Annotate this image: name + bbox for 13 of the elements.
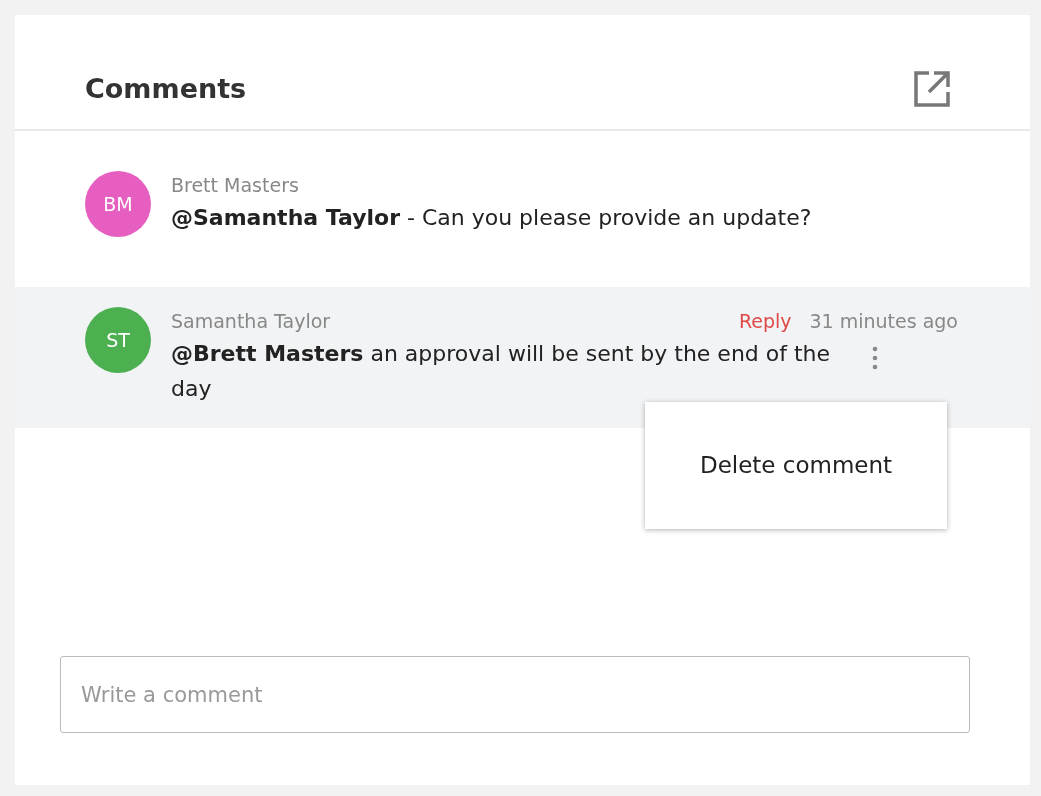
more-options-icon[interactable] [871, 345, 879, 370]
timestamp: 31 minutes ago [809, 309, 958, 334]
comment-text: @Brett Masters an approval will be sent by the end of the day [171, 339, 832, 403]
author-name: Samantha Taylor [171, 309, 332, 334]
panel-title: Comments [85, 71, 247, 106]
reply-link[interactable]: Reply [738, 307, 792, 336]
author-name: Brett Masters [171, 173, 300, 198]
avatar: ST [85, 307, 151, 373]
comment-text: @Samantha Taylor - Can you please provide an update? [171, 203, 812, 232]
avatar: BM [85, 171, 151, 237]
open-external-icon[interactable] [912, 69, 952, 109]
menu-item[interactable]: Delete comment [693, 447, 899, 484]
comment-input[interactable]: Write a comment [60, 656, 970, 733]
